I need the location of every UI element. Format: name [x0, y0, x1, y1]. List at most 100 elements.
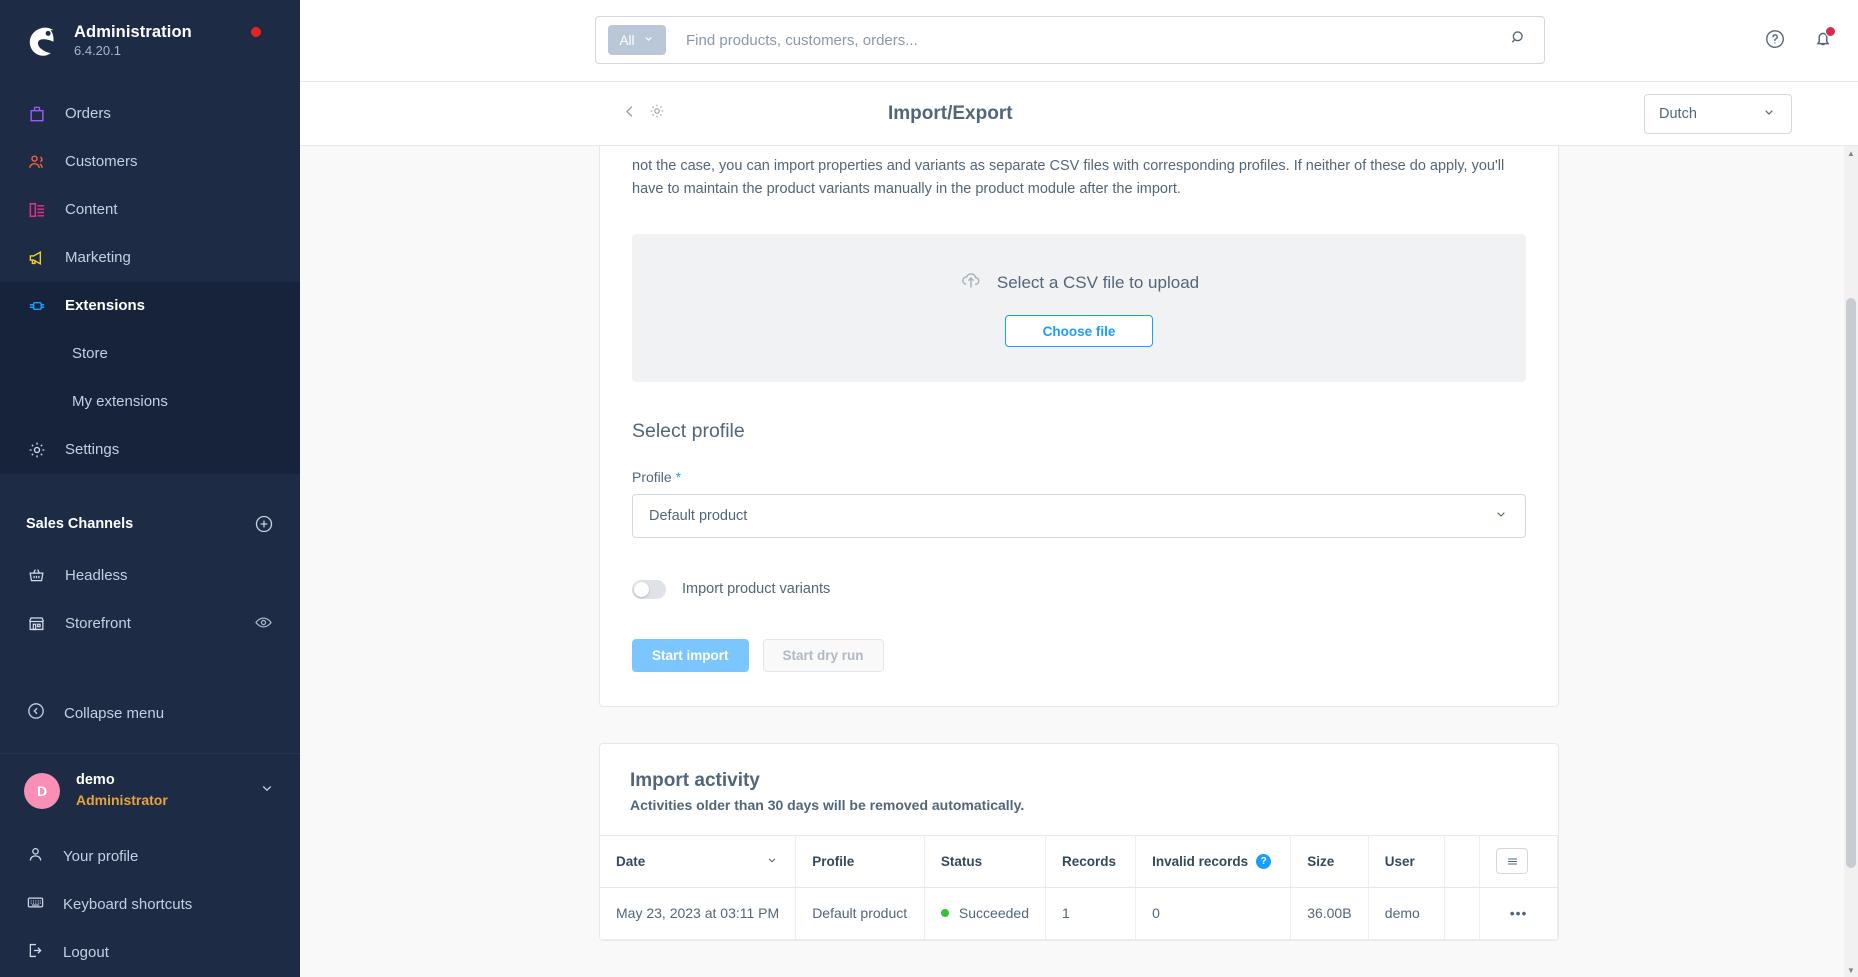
shopware-logo-icon: [22, 22, 60, 60]
page-settings-icon[interactable]: [648, 102, 666, 125]
toggle-label: Import product variants: [682, 581, 831, 598]
column-header-size[interactable]: Size: [1290, 834, 1369, 888]
sidebar-item-my-extensions[interactable]: My extensions: [0, 377, 300, 426]
required-mark: *: [675, 468, 682, 485]
main-area: All Find products, customers, orders... …: [300, 0, 1858, 977]
list-menu-icon[interactable]: [1496, 848, 1529, 875]
sidebar-item-label: Headless: [65, 567, 128, 585]
cell-user: demo: [1368, 887, 1445, 940]
plus-circle-icon[interactable]: [254, 514, 274, 534]
search-input[interactable]: [666, 31, 1509, 49]
chevron-down-icon: [1493, 506, 1509, 526]
file-dropzone[interactable]: Select a CSV file to upload Choose file: [632, 233, 1526, 382]
profile-select[interactable]: Default product: [632, 493, 1526, 538]
scroll-up-arrow[interactable]: ▲: [1844, 146, 1858, 160]
logout-icon: [26, 941, 45, 964]
start-dry-run-button[interactable]: Start dry run: [762, 638, 884, 672]
person-icon: [26, 845, 45, 868]
brand-version: 6.4.20.1: [74, 43, 121, 59]
shop-icon: [26, 613, 47, 634]
toggle-switch[interactable]: [632, 579, 666, 599]
eye-icon[interactable]: [254, 613, 274, 633]
sidebar-item-marketing[interactable]: Marketing: [0, 234, 300, 282]
status-label: Succeeded: [958, 905, 1029, 922]
import-variants-toggle[interactable]: Import product variants: [632, 579, 1526, 599]
basket-icon: [26, 565, 47, 586]
column-header-user[interactable]: User: [1368, 834, 1445, 888]
column-label: Invalid records: [1152, 853, 1249, 869]
column-header-invalid-records[interactable]: Invalid records ?: [1135, 834, 1292, 888]
cell-spacer: [1444, 887, 1481, 940]
sales-channels-header: Sales Channels: [0, 496, 300, 552]
help-circle-icon[interactable]: [1764, 28, 1786, 55]
sidebar-item-storefront[interactable]: Storefront: [0, 599, 300, 647]
notification-badge: [1825, 25, 1836, 37]
cell-date: May 23, 2023 at 03:11 PM: [600, 887, 797, 940]
sidebar-item-label: Orders: [65, 105, 111, 123]
import-actions: Start import Start dry run: [632, 638, 1526, 672]
update-indicator-dot: [251, 27, 261, 37]
scrollbar-thumb[interactable]: [1846, 298, 1856, 868]
sidebar: Administration 6.4.20.1 Orders Customers…: [0, 0, 300, 977]
vertical-scrollbar[interactable]: ▲ ▼: [1844, 146, 1858, 977]
sidebar-item-store[interactable]: Store: [0, 329, 300, 378]
bag-icon: [26, 103, 47, 124]
dropzone-label: Select a CSV file to upload: [996, 272, 1200, 292]
global-search[interactable]: All: [595, 16, 1545, 64]
column-label: User: [1384, 853, 1415, 869]
plug-icon: [26, 295, 47, 316]
sidebar-item-content[interactable]: Content: [0, 186, 300, 234]
sidebar-subitem-label: My extensions: [72, 393, 168, 411]
search-scope-selector[interactable]: All: [608, 25, 666, 55]
column-label: Profile: [812, 853, 855, 869]
chevron-down-icon[interactable]: [765, 853, 779, 870]
sidebar-item-your-profile[interactable]: Your profile: [0, 833, 300, 881]
language-selector[interactable]: Dutch: [1644, 93, 1792, 134]
toggle-knob: [634, 581, 649, 597]
cell-size: 36.00B: [1290, 887, 1369, 940]
profile-select-value: Default product: [649, 507, 748, 524]
status-dot: [940, 909, 949, 918]
sidebar-item-label: Customers: [65, 153, 138, 171]
sidebar-item-label: Logout: [63, 944, 109, 962]
activity-table: Date Profile Status Records Invalid reco…: [600, 834, 1558, 940]
user-menu-button[interactable]: D demo Administrator: [0, 753, 300, 827]
main-nav: Orders Customers Content Marketing Exten…: [0, 82, 300, 474]
sidebar-item-keyboard-shortcuts[interactable]: Keyboard shortcuts: [0, 881, 300, 929]
row-context-menu-button[interactable]: •••: [1479, 887, 1558, 940]
select-profile-heading: Select profile: [632, 419, 745, 442]
choose-file-button[interactable]: Choose file: [1005, 315, 1153, 348]
sidebar-item-extensions[interactable]: Extensions: [0, 281, 300, 330]
activity-header: Import activity Activities older than 30…: [600, 744, 1558, 835]
back-button[interactable]: [622, 103, 639, 125]
sidebar-item-headless[interactable]: Headless: [0, 552, 300, 600]
cell-status: Succeeded: [924, 887, 1046, 940]
sidebar-item-label: Keyboard shortcuts: [63, 896, 193, 914]
user-role: Administrator: [76, 791, 168, 808]
bell-icon[interactable]: [1812, 25, 1836, 55]
table-row[interactable]: May 23, 2023 at 03:11 PM Default product…: [600, 887, 1558, 940]
start-import-button[interactable]: Start import: [632, 638, 749, 672]
activity-subtitle: Activities older than 30 days will be re…: [630, 796, 1025, 813]
activity-title: Import activity: [630, 769, 760, 791]
sidebar-item-orders[interactable]: Orders: [0, 90, 300, 138]
keyboard-icon: [26, 893, 45, 916]
brand-header[interactable]: Administration 6.4.20.1: [0, 0, 300, 82]
question-badge-icon[interactable]: ?: [1256, 853, 1272, 869]
scroll-down-arrow[interactable]: ▼: [1844, 963, 1858, 977]
sidebar-item-logout[interactable]: Logout: [0, 929, 300, 977]
column-header-status[interactable]: Status: [924, 834, 1046, 888]
collapse-menu-button[interactable]: Collapse menu: [0, 689, 300, 737]
search-icon[interactable]: [1509, 28, 1532, 52]
import-card: not the case, you can import properties …: [599, 146, 1559, 707]
sidebar-item-customers[interactable]: Customers: [0, 138, 300, 186]
collapse-menu-label: Collapse menu: [64, 704, 165, 722]
user-name: demo: [76, 772, 115, 789]
sidebar-item-settings[interactable]: Settings: [0, 425, 300, 474]
column-header-date[interactable]: Date: [600, 834, 797, 888]
column-header-records[interactable]: Records: [1045, 834, 1137, 888]
column-header-profile[interactable]: Profile: [795, 834, 925, 888]
column-label: Status: [940, 853, 983, 869]
cell-records: 1: [1045, 887, 1137, 940]
cell-profile: Default product: [795, 887, 925, 940]
